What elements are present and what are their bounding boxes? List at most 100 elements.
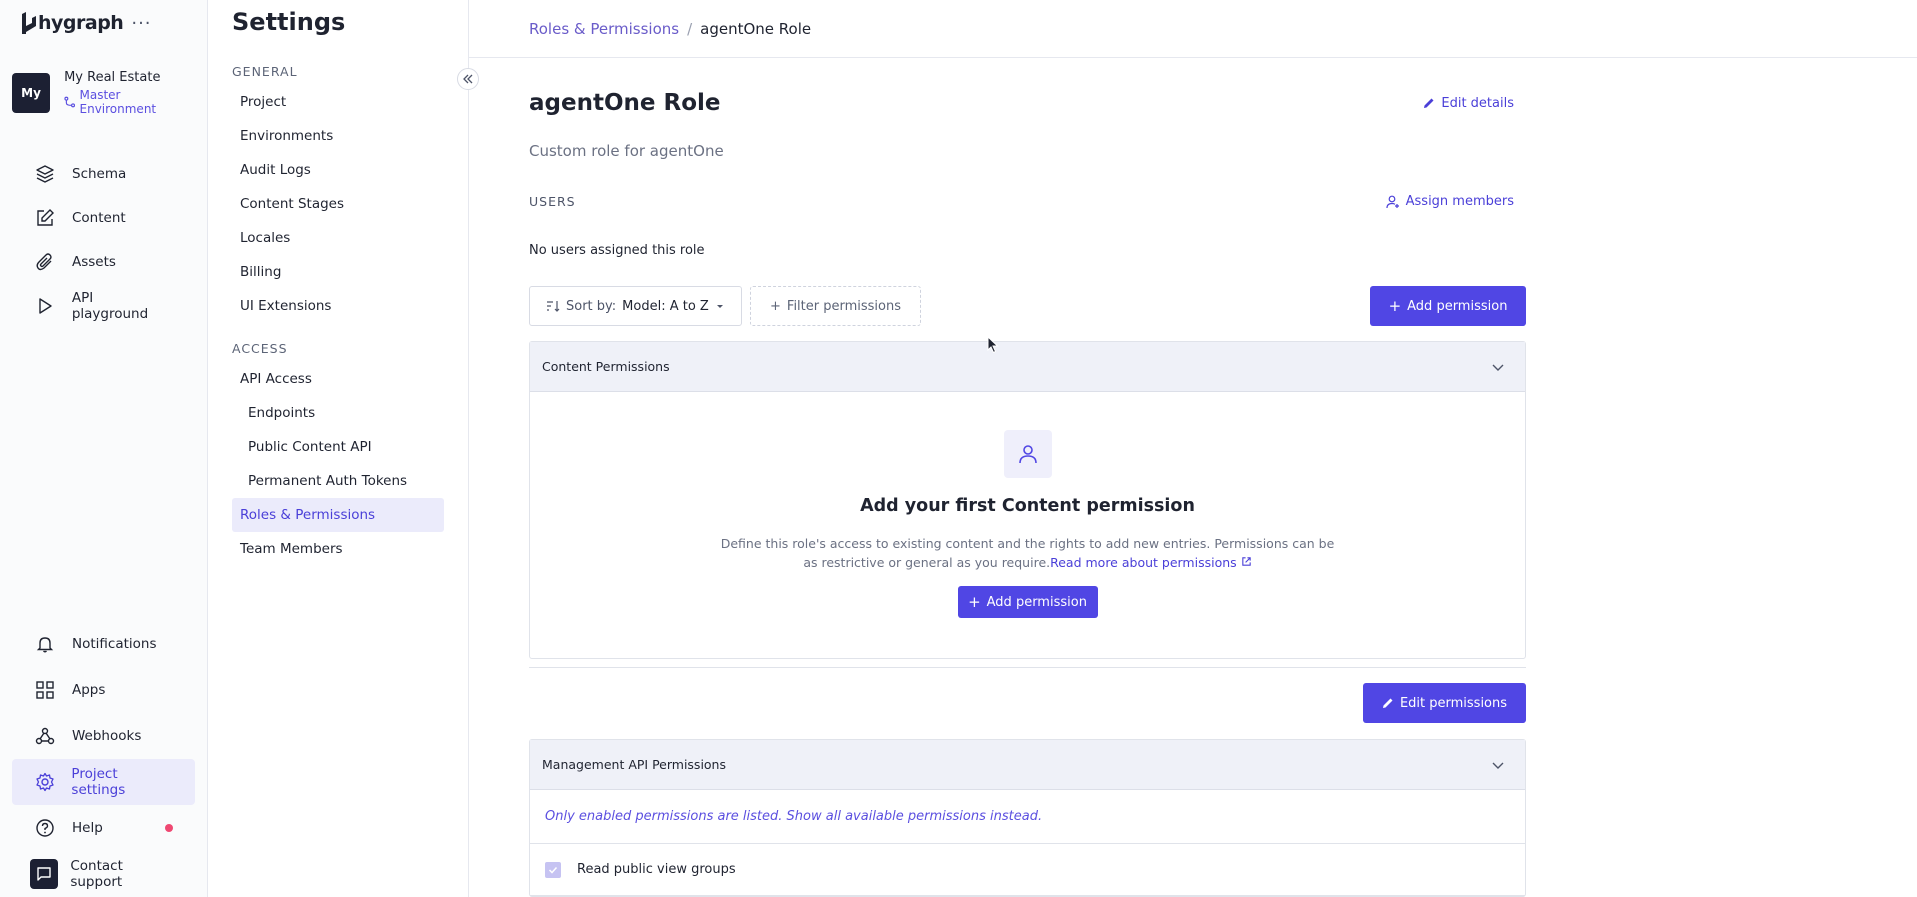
nav-label: Apps (72, 682, 106, 698)
panel-title: Management API Permissions (542, 757, 726, 772)
environment-label[interactable]: Master Environment (64, 88, 195, 116)
nav-assets[interactable]: Assets (12, 240, 195, 284)
user-plus-icon (1386, 195, 1399, 208)
read-more-link[interactable]: Read more about permissions (1050, 555, 1237, 570)
nav-label: Webhooks (72, 728, 142, 744)
check-icon (548, 866, 558, 874)
breadcrumb-roles-permissions[interactable]: Roles & Permissions (529, 20, 679, 38)
plus-icon: + (770, 298, 781, 314)
bell-icon (34, 633, 56, 655)
nav-label: Content (72, 210, 126, 226)
play-icon (34, 295, 56, 317)
pencil-icon (1382, 698, 1393, 708)
left-nav: hygraph ··· My My Real Estate Master Env… (0, 0, 208, 897)
section-divider (529, 667, 1526, 668)
help-icon (34, 817, 56, 839)
plus-icon: + (968, 593, 981, 611)
environment-name: Master Environment (79, 88, 157, 116)
nav-schema[interactable]: Schema (12, 152, 195, 196)
empty-state-title: Add your first Content permission (860, 496, 1195, 516)
paperclip-icon (34, 251, 56, 273)
panel-title: Content Permissions (542, 359, 670, 374)
main-content: Roles & Permissions / agentOne Role agen… (469, 0, 1917, 897)
role-description: Custom role for agentOne (529, 142, 724, 160)
pencil-icon (1424, 98, 1434, 108)
nav-notifications[interactable]: Notifications (12, 621, 195, 667)
chat-icon (30, 859, 59, 889)
hygraph-logo-icon (22, 12, 36, 34)
management-permissions-header[interactable]: Management API Permissions (530, 740, 1525, 790)
content-permissions-header[interactable]: Content Permissions (530, 342, 1525, 392)
settings-item-billing[interactable]: Billing (232, 255, 444, 289)
gear-icon (34, 771, 55, 793)
nav-help[interactable]: Help (12, 805, 195, 851)
settings-item-ui-extensions[interactable]: UI Extensions (232, 289, 444, 323)
settings-item-permanent-auth-tokens[interactable]: Permanent Auth Tokens (232, 464, 444, 498)
settings-sidebar: Settings GENERAL Project Environments Au… (208, 0, 479, 897)
external-link-icon (1241, 557, 1251, 566)
settings-item-locales[interactable]: Locales (232, 221, 444, 255)
sort-dropdown[interactable]: Sort by: Model: A to Z (529, 286, 742, 326)
edit-permissions-button[interactable]: Edit permissions (1363, 683, 1526, 723)
brand-name[interactable]: hygraph (38, 12, 124, 34)
permission-row[interactable]: Read public view groups (530, 844, 1525, 896)
settings-item-public-content-api[interactable]: Public Content API (232, 430, 444, 464)
mouse-cursor-icon (987, 336, 999, 354)
settings-item-content-stages[interactable]: Content Stages (232, 187, 444, 221)
filter-permissions-button[interactable]: + Filter permissions (750, 286, 921, 326)
sort-value: Model: A to Z (622, 298, 709, 314)
add-permission-empty-button[interactable]: + Add permission (957, 586, 1098, 618)
chevron-down-icon[interactable] (1491, 360, 1505, 374)
branch-icon (64, 96, 76, 108)
users-section-label: USERS (529, 194, 576, 209)
nav-api-playground[interactable]: API playground (12, 284, 195, 328)
sort-prefix: Sort by: (566, 298, 617, 314)
nav-label: API playground (71, 290, 149, 322)
permissions-toolbar: Sort by: Model: A to Z + Filter permissi… (529, 286, 1526, 326)
settings-item-roles-permissions[interactable]: Roles & Permissions (232, 498, 444, 532)
empty-state-text: Define this role's access to existing co… (713, 534, 1343, 572)
nav-webhooks[interactable]: Webhooks (12, 713, 195, 759)
breadcrumb-separator: / (687, 19, 693, 38)
more-options-icon[interactable]: ··· (131, 13, 151, 34)
edit-permissions-label: Edit permissions (1399, 695, 1508, 711)
show-all-permissions-link[interactable]: Show all available permissions instead. (787, 809, 1043, 824)
settings-item-environments[interactable]: Environments (232, 119, 444, 153)
settings-item-endpoints[interactable]: Endpoints (232, 396, 444, 430)
settings-title: Settings (232, 8, 346, 36)
sort-icon (547, 301, 560, 312)
nav-project-settings[interactable]: Project settings (12, 759, 195, 805)
nav-label: Project settings (71, 766, 126, 798)
filter-permissions-label: Filter permissions (786, 298, 901, 314)
settings-item-project[interactable]: Project (232, 85, 444, 119)
chevron-down-icon[interactable] (1491, 758, 1505, 772)
project-switcher[interactable]: My My Real Estate Master Environment (0, 70, 207, 116)
collapse-sidebar-button[interactable] (457, 68, 479, 90)
settings-item-audit-logs[interactable]: Audit Logs (232, 153, 444, 187)
add-permission-label: Add permission (986, 594, 1087, 610)
edit-icon (34, 207, 56, 229)
nav-label: Help (72, 820, 103, 836)
content-permissions-panel: Content Permissions Add your first Conte… (529, 341, 1526, 659)
apps-grid-icon (34, 679, 56, 701)
add-permission-button[interactable]: + Add permission (1370, 286, 1526, 326)
nav-content[interactable]: Content (12, 196, 195, 240)
main-nav: Schema Content Assets API playground (0, 152, 207, 328)
project-name: My Real Estate (64, 70, 161, 85)
nav-contact-support[interactable]: Contact support (12, 851, 195, 897)
edit-details-button[interactable]: Edit details (1423, 96, 1526, 111)
no-users-message: No users assigned this role (529, 243, 705, 258)
nav-label: Notifications (72, 636, 157, 652)
layers-icon (34, 163, 56, 185)
settings-item-api-access[interactable]: API Access (232, 362, 444, 396)
role-detail: agentOne Role Edit details Custom role f… (529, 58, 1526, 897)
assign-members-button[interactable]: Assign members (1386, 194, 1526, 209)
webhook-icon (34, 725, 56, 747)
permission-checkbox[interactable] (545, 861, 561, 878)
breadcrumb-current: agentOne Role (700, 19, 812, 38)
settings-item-team-members[interactable]: Team Members (232, 532, 444, 566)
permissions-note: Only enabled permissions are listed. Sho… (530, 790, 1525, 844)
caret-down-icon (716, 305, 723, 308)
logo-row: hygraph ··· (0, 0, 207, 46)
nav-apps[interactable]: Apps (12, 667, 195, 713)
